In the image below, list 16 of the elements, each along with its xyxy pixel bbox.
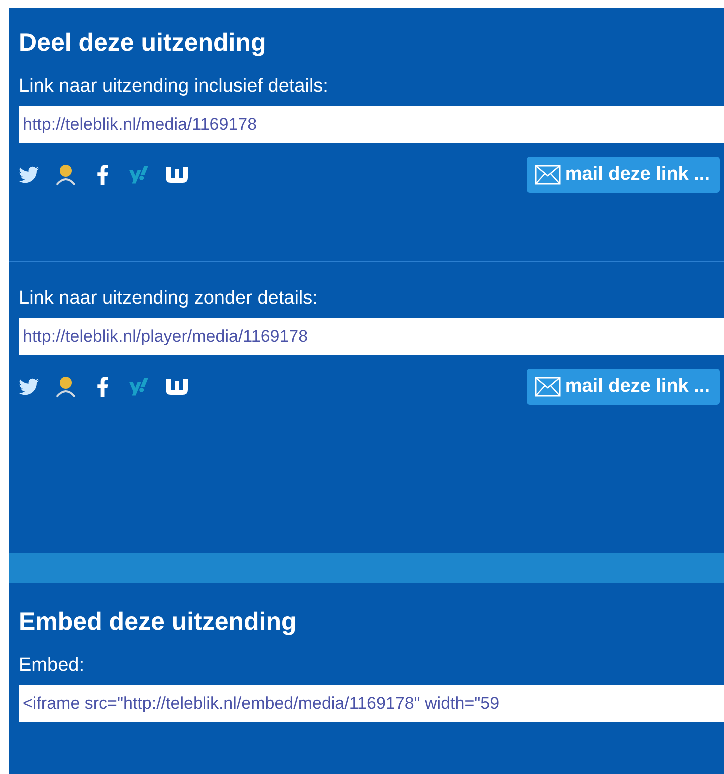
- w-logo-icon[interactable]: [165, 378, 189, 396]
- w-logo-icon[interactable]: [165, 166, 189, 184]
- embed-code-field[interactable]: <iframe src="http://teleblik.nl/embed/media/1169178" width="59: [19, 685, 724, 722]
- link-field[interactable]: http://teleblik.nl/player/media/1169178: [19, 318, 724, 355]
- section-title: Deel deze uitzending: [19, 28, 268, 59]
- field-label: Link naar uitzending zonder details:: [19, 287, 319, 311]
- person-icon[interactable]: [55, 164, 77, 186]
- envelope-icon: [535, 165, 562, 185]
- field-label: Link naar uitzending inclusief details:: [19, 75, 330, 99]
- link-field[interactable]: http://teleblik.nl/media/1169178: [19, 106, 724, 143]
- envelope-icon: [535, 377, 562, 397]
- field-label: Embed:: [19, 654, 86, 678]
- section-title: Embed deze uitzending: [19, 607, 298, 638]
- twitter-icon[interactable]: [19, 377, 39, 397]
- person-icon[interactable]: [55, 376, 77, 398]
- twitter-icon[interactable]: [19, 165, 39, 185]
